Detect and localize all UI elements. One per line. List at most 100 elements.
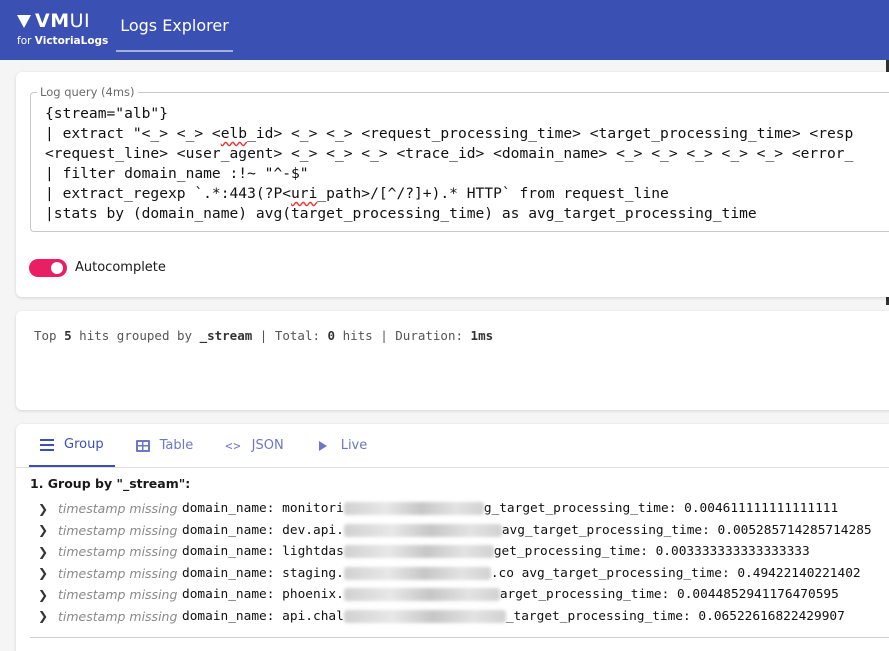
domain-value: phoenix.: [282, 587, 344, 603]
field-key: domain_name:: [182, 501, 275, 517]
tab-group[interactable]: Group: [29, 424, 115, 467]
list-item[interactable]: ❯ timestamp missing domain_name: lightda…: [30, 541, 889, 563]
field-tail: g_target_processing_time: 0.004611111111…: [483, 501, 839, 517]
log-query-input[interactable]: Log query (4ms) {stream="alb"} | extract …: [30, 85, 889, 232]
chevron-right-icon[interactable]: ❯: [30, 588, 58, 602]
hits-summary: Top 5 hits grouped by _stream | Total: 0…: [34, 328, 493, 343]
field-tail: get_processing_time: 0.00333333333333333…: [493, 544, 810, 560]
timestamp: timestamp missing: [58, 608, 178, 624]
spellcheck-underline: uri: [291, 185, 318, 202]
log-query-text[interactable]: {stream="alb"} | extract "<_> <_> <elb_id…: [45, 104, 853, 224]
field-tail: _target_processing_time: 0.0652261682242…: [505, 608, 845, 624]
logo-sub-brand: VictoriaLogs: [34, 35, 109, 47]
field-tail: avg_target_processing_time: 0.0052857142…: [501, 522, 872, 538]
stats-hits-word: hits: [335, 328, 373, 343]
stats-duration-label: | Duration:: [372, 328, 471, 343]
row-fields: domain_name: dev.api. avg_target_process…: [182, 523, 872, 538]
table-icon: [135, 439, 150, 452]
tab-live[interactable]: Live: [305, 424, 379, 467]
query-line: | extract_regexp `.*:443(?P<uri_path>/[^…: [45, 185, 669, 202]
query-line: |stats by (domain_name) avg(target_proce…: [45, 205, 757, 222]
vmui-logo[interactable]: VM UI for VictoriaLogs: [17, 11, 108, 47]
tab-label: JSON: [251, 438, 284, 453]
group-title: 1. Group by "_stream":: [30, 476, 191, 491]
list-item[interactable]: ❯ timestamp missing domain_name: phoenix…: [30, 584, 889, 606]
toggle-knob: [51, 262, 63, 274]
chevron-right-icon[interactable]: ❯: [30, 523, 58, 537]
domain-value: staging.: [282, 565, 344, 581]
tabs-divider: [16, 467, 889, 468]
logo-subtitle: for VictoriaLogs: [17, 35, 108, 47]
tab-json[interactable]: <> JSON: [214, 424, 295, 467]
redacted-value: [343, 588, 500, 602]
logo-vm-text: VM: [35, 10, 70, 32]
timestamp: timestamp missing: [58, 501, 178, 517]
field-key: domain_name:: [182, 587, 275, 603]
stats-total: 0: [327, 328, 336, 343]
stats-total-label: | Total:: [252, 328, 328, 343]
logo-ui-text: UI: [69, 10, 91, 32]
stats-prefix: Top: [34, 328, 65, 343]
row-fields: domain_name: api.chal _target_processing_…: [182, 609, 845, 624]
chevron-right-icon[interactable]: ❯: [30, 502, 58, 516]
stats-panel: Top 5 hits grouped by _stream | Total: 0…: [16, 311, 889, 410]
spellcheck-underline: elb: [220, 125, 248, 142]
list-item[interactable]: ❯ timestamp missing domain_name: dev.api…: [30, 520, 889, 542]
logo-sub-prefix: for: [17, 35, 35, 47]
list-icon: [40, 438, 54, 451]
timestamp: timestamp missing: [58, 522, 178, 538]
autocomplete-label: Autocomplete: [75, 260, 166, 275]
field-tail: arget_processing_time: 0.004485294117647…: [499, 587, 839, 603]
tab-label: Live: [340, 438, 368, 453]
row-fields: domain_name: phoenix. arget_processing_ti…: [182, 587, 839, 602]
row-fields: domain_name: lightdas get_processing_time…: [182, 544, 810, 559]
query-line: {stream="alb"}: [45, 105, 169, 122]
redacted-value: [343, 566, 491, 580]
results-panel: Group Table <> JSON Live 1. Group by "_s…: [16, 424, 889, 651]
logo-wordmark: VM UI: [17, 11, 108, 31]
chevron-right-icon[interactable]: ❯: [30, 609, 58, 623]
domain-value: lightdas: [282, 544, 344, 560]
row-fields: domain_name: staging. .co avg_target_proc…: [182, 566, 861, 581]
redacted-value: [343, 523, 502, 537]
domain-value: monitori: [282, 501, 344, 517]
row-fields: domain_name: monitori g_target_processing…: [182, 501, 838, 516]
play-icon: [318, 440, 327, 451]
query-line: | extract "<_> <_> <elb_id> <_> <_> <req…: [45, 125, 854, 142]
domain-value: api.chal: [282, 608, 344, 624]
rows-divider: [30, 637, 889, 638]
nav-tab-logs-explorer[interactable]: Logs Explorer: [116, 0, 233, 52]
list-item[interactable]: ❯ timestamp missing domain_name: staging…: [30, 563, 889, 585]
timestamp: timestamp missing: [58, 587, 178, 603]
field-key: domain_name:: [182, 522, 275, 538]
redacted-value: [343, 545, 494, 559]
query-line: <request_line> <user_agent> <_> <_> <_> …: [45, 145, 854, 162]
autocomplete-toggle[interactable]: [29, 259, 67, 277]
view-tabs: Group Table <> JSON Live: [29, 424, 388, 467]
redacted-value: [343, 609, 506, 623]
redacted-value: [343, 502, 484, 516]
stats-duration: 1ms: [470, 328, 494, 343]
query-line: | filter domain_name :!~ "^-$": [45, 165, 309, 182]
stats-group-field: _stream: [199, 328, 253, 343]
chevron-right-icon[interactable]: ❯: [30, 566, 58, 580]
victoria-logo-icon: [17, 14, 31, 28]
field-key: domain_name:: [182, 565, 275, 581]
tab-label: Table: [159, 438, 194, 453]
query-panel: Log query (4ms) {stream="alb"} | extract …: [16, 72, 889, 297]
stats-mid: hits grouped by: [71, 328, 200, 343]
domain-value: dev.api.: [282, 522, 344, 538]
list-item[interactable]: ❯ timestamp missing domain_name: monitor…: [30, 498, 889, 520]
result-rows: ❯ timestamp missing domain_name: monitor…: [30, 498, 889, 627]
stats-top-n: 5: [64, 328, 72, 343]
timestamp: timestamp missing: [58, 544, 178, 560]
chevron-right-icon[interactable]: ❯: [30, 545, 58, 559]
list-item[interactable]: ❯ timestamp missing domain_name: api.cha…: [30, 606, 889, 628]
top-bar: VM UI for VictoriaLogs Logs Explorer: [0, 0, 889, 60]
field-key: domain_name:: [182, 608, 275, 624]
log-query-label: Log query (4ms): [37, 85, 138, 99]
tab-label: Group: [64, 437, 104, 452]
code-icon: <>: [225, 438, 242, 453]
field-tail: .co avg_target_processing_time: 0.494221…: [490, 565, 861, 581]
tab-table[interactable]: Table: [125, 424, 205, 467]
